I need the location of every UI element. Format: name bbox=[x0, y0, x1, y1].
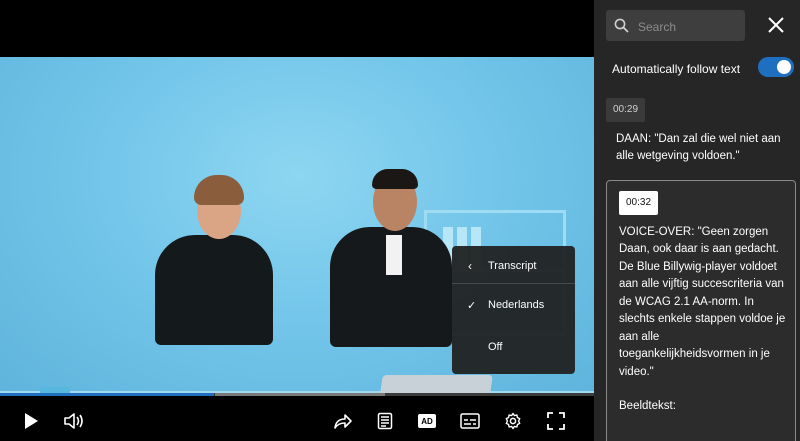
close-icon bbox=[768, 17, 784, 33]
follow-text-label: Automatically follow text bbox=[612, 62, 741, 76]
video-player[interactable]: ‹ Transcript ✓ Nederlands Off AD bbox=[0, 0, 594, 441]
transcript-entry[interactable]: 00:29 DAAN: "Dan zal die wel niet aan al… bbox=[606, 98, 796, 166]
menu-option-label: Off bbox=[488, 341, 503, 353]
fullscreen-icon bbox=[547, 412, 565, 430]
transcript-list[interactable]: 00:29 DAAN: "Dan zal die wel niet aan al… bbox=[594, 88, 800, 441]
buffer-bar bbox=[215, 393, 385, 396]
share-icon bbox=[334, 414, 352, 429]
menu-back-label: Transcript bbox=[488, 260, 537, 272]
gear-icon bbox=[505, 412, 521, 430]
check-icon: ✓ bbox=[467, 299, 477, 312]
subtitles-button[interactable] bbox=[457, 408, 483, 434]
transcript-text: DAAN: "Dan zal die wel niet aan alle wet… bbox=[616, 132, 781, 163]
menu-back-transcript[interactable]: ‹ Transcript bbox=[452, 246, 575, 286]
follow-text-toggle[interactable] bbox=[758, 57, 794, 77]
progress-bar[interactable] bbox=[0, 393, 594, 396]
share-button[interactable] bbox=[330, 408, 356, 434]
control-bar: AD bbox=[0, 402, 594, 441]
timestamp-badge[interactable]: 00:32 bbox=[619, 191, 659, 215]
settings-menu: ‹ Transcript ✓ Nederlands Off bbox=[452, 246, 575, 374]
close-button[interactable] bbox=[765, 14, 787, 36]
volume-button[interactable] bbox=[61, 408, 87, 434]
progress-fill bbox=[0, 393, 214, 396]
transcript-search bbox=[606, 10, 745, 43]
transcript-entry-active[interactable]: 00:32 VOICE-OVER: "Geen zorgen Daan, ook… bbox=[606, 180, 796, 441]
menu-option-nederlands[interactable]: ✓ Nederlands bbox=[452, 285, 575, 325]
audio-description-icon: AD bbox=[418, 414, 436, 428]
play-button[interactable] bbox=[18, 408, 44, 434]
settings-button[interactable] bbox=[500, 408, 526, 434]
transcript-panel: Automatically follow text 00:29 DAAN: "D… bbox=[594, 0, 800, 441]
chevron-left-icon: ‹ bbox=[468, 259, 472, 273]
transcript-icon bbox=[377, 412, 393, 430]
volume-icon bbox=[64, 413, 83, 429]
play-icon bbox=[25, 413, 38, 429]
subtitles-icon bbox=[460, 413, 480, 429]
menu-option-label: Nederlands bbox=[488, 299, 545, 311]
search-input[interactable] bbox=[636, 10, 745, 43]
transcript-button[interactable] bbox=[372, 408, 398, 434]
transcript-text: VOICE-OVER: "Geen zorgen Daan, ook daar … bbox=[619, 225, 786, 378]
search-icon bbox=[614, 18, 629, 33]
timestamp-badge[interactable]: 00:29 bbox=[606, 98, 646, 122]
caption-label: Beeldtekst: bbox=[619, 400, 676, 412]
menu-option-off[interactable]: Off bbox=[452, 327, 575, 367]
fullscreen-button[interactable] bbox=[543, 408, 569, 434]
audio-description-button[interactable]: AD bbox=[414, 408, 440, 434]
